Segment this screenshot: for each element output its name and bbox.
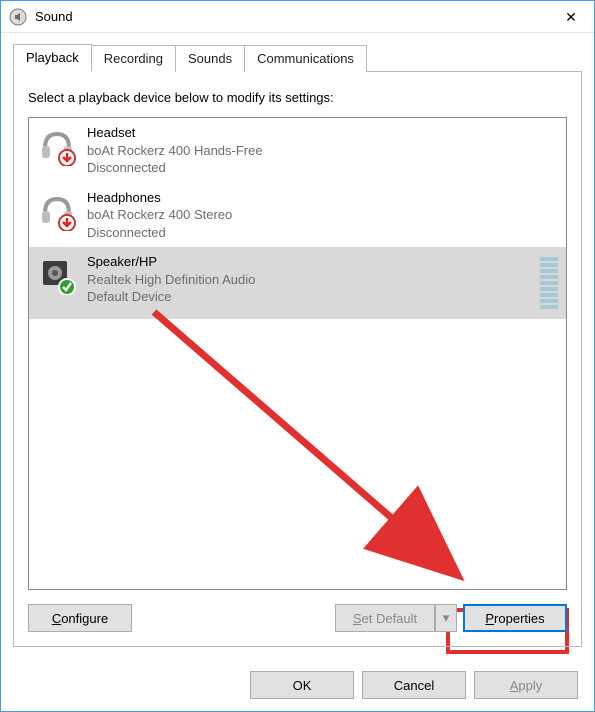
instruction-text: Select a playback device below to modify… <box>28 90 567 105</box>
device-status: Disconnected <box>87 224 558 242</box>
device-row[interactable]: Speaker/HP Realtek High Definition Audio… <box>29 247 566 319</box>
device-name: Headphones <box>87 189 558 207</box>
device-status: Default Device <box>87 288 530 306</box>
configure-button[interactable]: Configure <box>28 604 132 632</box>
device-name: Headset <box>87 124 558 142</box>
chevron-down-icon: ▾ <box>443 610 450 626</box>
headset-icon <box>37 126 77 166</box>
close-button[interactable]: ✕ <box>548 1 594 33</box>
label-rest: pply <box>518 678 542 693</box>
tab-strip: Playback Recording Sounds Communications <box>13 43 582 71</box>
cancel-button[interactable]: Cancel <box>362 671 466 699</box>
titlebar[interactable]: Sound ✕ <box>1 1 594 33</box>
dialog-button-row: OK Cancel Apply <box>1 659 594 711</box>
device-driver: boAt Rockerz 400 Hands-Free <box>87 142 558 160</box>
device-driver: boAt Rockerz 400 Stereo <box>87 206 558 224</box>
tab-communications[interactable]: Communications <box>244 45 367 72</box>
speaker-icon <box>37 255 77 295</box>
device-status: Disconnected <box>87 159 558 177</box>
device-driver: Realtek High Definition Audio <box>87 271 530 289</box>
sound-app-icon <box>9 8 27 26</box>
level-meter <box>540 253 558 313</box>
accel-char: P <box>485 611 494 626</box>
device-row[interactable]: Headset boAt Rockerz 400 Hands-Free Disc… <box>29 118 566 183</box>
accel-char: S <box>353 611 362 626</box>
device-row[interactable]: Headphones boAt Rockerz 400 Stereo Disco… <box>29 183 566 248</box>
window-title: Sound <box>35 9 548 24</box>
tab-recording[interactable]: Recording <box>91 45 176 72</box>
device-texts: Headphones boAt Rockerz 400 Stereo Disco… <box>87 189 558 242</box>
apply-button[interactable]: Apply <box>474 671 578 699</box>
sound-dialog: Sound ✕ Playback Recording Sounds Commun… <box>0 0 595 712</box>
device-texts: Speaker/HP Realtek High Definition Audio… <box>87 253 530 306</box>
headphones-icon <box>37 191 77 231</box>
tab-playback[interactable]: Playback <box>13 44 92 72</box>
set-default-dropdown[interactable]: ▾ <box>435 604 457 632</box>
label-rest: onfigure <box>61 611 108 626</box>
label-rest: roperties <box>494 611 545 626</box>
device-name: Speaker/HP <box>87 253 530 271</box>
label-rest: et Default <box>362 611 418 626</box>
accel-char: C <box>52 611 61 626</box>
device-list[interactable]: Headset boAt Rockerz 400 Hands-Free Disc… <box>28 117 567 590</box>
ok-button[interactable]: OK <box>250 671 354 699</box>
client-area: Playback Recording Sounds Communications… <box>1 33 594 659</box>
tab-sounds[interactable]: Sounds <box>175 45 245 72</box>
device-texts: Headset boAt Rockerz 400 Hands-Free Disc… <box>87 124 558 177</box>
set-default-button[interactable]: Set Default <box>335 604 435 632</box>
playback-panel: Select a playback device below to modify… <box>13 71 582 647</box>
panel-button-row: Configure Set Default ▾ Properties <box>28 604 567 632</box>
properties-button[interactable]: Properties <box>463 604 567 632</box>
set-default-split-button: Set Default ▾ <box>335 604 457 632</box>
